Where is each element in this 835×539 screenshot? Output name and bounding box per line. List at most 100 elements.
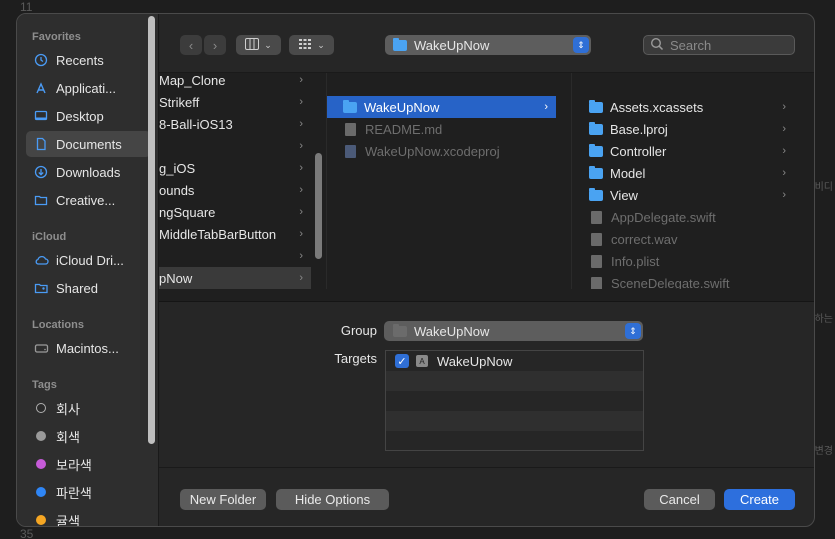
create-button[interactable]: Create	[724, 489, 795, 510]
item-label: Model	[610, 165, 646, 181]
sidebar-item-label: Creative...	[56, 192, 116, 208]
chevron-right-icon: ›	[782, 101, 786, 113]
hide-options-button[interactable]: Hide Options	[276, 489, 389, 510]
tag-dot-icon	[33, 431, 49, 441]
clock-icon	[33, 53, 49, 67]
cancel-button[interactable]: Cancel	[644, 489, 715, 510]
sidebar-scrollbar[interactable]	[148, 16, 155, 444]
list-item[interactable]: ngSquare ›	[159, 201, 311, 223]
sidebar-section-icloud: iCloud	[32, 231, 67, 243]
checkbox-checked-icon[interactable]: ✓	[395, 354, 409, 368]
item-label: ngSquare	[159, 204, 216, 220]
list-item[interactable]: ›	[159, 245, 311, 267]
list-item[interactable]: Model ›	[572, 162, 794, 184]
list-item[interactable]: Map_Clone ›	[159, 73, 311, 91]
tag-dot-icon	[33, 459, 49, 469]
sidebar-item-shared[interactable]: Shared	[26, 275, 151, 301]
tag-dot-icon	[33, 515, 49, 525]
sidebar-item-documents[interactable]: Documents	[26, 131, 151, 157]
toolbar: ‹ › ⌄ ⌄ WakeUpNow ⇕ Search	[159, 14, 814, 72]
sidebar-tag-orange[interactable]: 귤색	[26, 507, 151, 527]
list-item[interactable]: correct.wav	[572, 228, 794, 250]
list-item-selected[interactable]: WakeUpNow ›	[327, 96, 556, 118]
sidebar-item-label: 파란색	[56, 485, 92, 501]
back-button[interactable]: ‹	[180, 35, 202, 55]
forward-button[interactable]: ›	[204, 35, 226, 55]
sidebar-item-creative[interactable]: Creative...	[26, 187, 151, 213]
sidebar-tag-gray[interactable]: 회색	[26, 423, 151, 449]
list-item[interactable]: Assets.xcassets ›	[572, 96, 794, 118]
list-item[interactable]: Strikeff ›	[159, 91, 311, 113]
chevron-right-icon: ›	[299, 118, 303, 130]
plist-file-icon	[591, 254, 602, 268]
column-3: Assets.xcassets › Base.lproj › Controller ›…	[571, 73, 803, 289]
folder-icon	[343, 99, 357, 113]
sidebar-item-icloud-drive[interactable]: iCloud Dri...	[26, 247, 151, 273]
cloud-icon	[33, 253, 49, 267]
list-item-selected[interactable]: pNow ›	[159, 267, 311, 289]
chevron-right-icon: ›	[299, 228, 303, 240]
list-item[interactable]: Base.lproj ›	[572, 118, 794, 140]
item-label: View	[610, 187, 638, 203]
view-mode-button[interactable]: ⌄	[236, 35, 281, 55]
item-label: 8-Ball-iOS13	[159, 116, 233, 132]
options-panel: Group WakeUpNow ⇕ Targets ✓ A WakeUpNow	[159, 304, 814, 467]
sidebar-item-applications[interactable]: Applicati...	[26, 75, 151, 101]
target-row-empty	[386, 431, 643, 451]
list-item[interactable]: ›	[159, 135, 311, 157]
list-item[interactable]: MiddleTabBarButton ›	[159, 223, 311, 245]
location-popup[interactable]: WakeUpNow ⇕	[385, 35, 591, 55]
target-row-empty	[386, 411, 643, 431]
sidebar-item-label: 보라색	[56, 457, 92, 473]
tag-dot-icon	[33, 403, 49, 413]
chevron-right-icon: ›	[299, 162, 303, 174]
sidebar-item-label: Downloads	[56, 164, 121, 180]
chevron-right-icon: ›	[212, 37, 218, 53]
sidebar-item-label: Applicati...	[56, 80, 116, 96]
line-number-bottom: 35	[20, 527, 34, 539]
new-folder-button[interactable]: New Folder	[180, 489, 266, 510]
sidebar-item-label: 귤색	[56, 513, 80, 527]
background-note: 변경	[814, 446, 833, 457]
sidebar-tag-blue[interactable]: 파란색	[26, 479, 151, 505]
target-row[interactable]: ✓ A WakeUpNow	[386, 351, 643, 371]
list-item[interactable]: 8-Ball-iOS13 ›	[159, 113, 311, 135]
sidebar-item-downloads[interactable]: Downloads	[26, 159, 151, 185]
list-item[interactable]: g_iOS ›	[159, 157, 311, 179]
group-popup[interactable]: WakeUpNow ⇕	[384, 321, 643, 341]
chevron-right-icon: ›	[299, 74, 303, 86]
list-item[interactable]: View ›	[572, 184, 794, 206]
sidebar-tag-company[interactable]: 회사	[26, 395, 151, 421]
sidebar-item-desktop[interactable]: Desktop	[26, 103, 151, 129]
group-by-button[interactable]: ⌄	[289, 35, 334, 55]
sidebar-item-recents[interactable]: Recents	[26, 47, 151, 73]
group-label: Group	[340, 323, 377, 338]
column-1-scrollbar[interactable]	[315, 153, 322, 259]
list-item[interactable]: ounds ›	[159, 179, 311, 201]
list-item[interactable]: AppDelegate.swift	[572, 206, 794, 228]
desktop-icon	[33, 109, 49, 123]
list-item[interactable]: SceneDelegate.swift	[572, 272, 794, 289]
list-item[interactable]: Info.plist	[572, 250, 794, 272]
column-2: WakeUpNow › README.md WakeUpNow.xcodepro…	[326, 73, 556, 289]
chevron-right-icon: ›	[544, 101, 548, 113]
folder-icon	[589, 165, 603, 179]
sidebar-item-label: Desktop	[56, 108, 104, 124]
list-item[interactable]: README.md	[327, 118, 556, 140]
sidebar-item-label: Macintos...	[56, 340, 119, 356]
item-label: README.md	[365, 121, 443, 137]
target-row-empty	[386, 371, 643, 391]
list-item[interactable]: WakeUpNow.xcodeproj	[327, 140, 556, 162]
item-label: MiddleTabBarButton	[159, 226, 277, 242]
sidebar-item-macintosh[interactable]: Macintos...	[26, 335, 151, 361]
search-field[interactable]: Search	[643, 35, 795, 55]
list-item[interactable]: Controller ›	[572, 140, 794, 162]
sidebar-tag-purple[interactable]: 보라색	[26, 451, 151, 477]
chevron-left-icon: ‹	[188, 37, 194, 53]
chevron-right-icon: ›	[782, 189, 786, 201]
item-label: g_iOS	[159, 160, 196, 176]
chevron-right-icon: ›	[299, 140, 303, 152]
chevron-right-icon: ›	[782, 145, 786, 157]
sidebar-item-label: Shared	[56, 280, 98, 296]
targets-label: Targets	[334, 351, 377, 366]
